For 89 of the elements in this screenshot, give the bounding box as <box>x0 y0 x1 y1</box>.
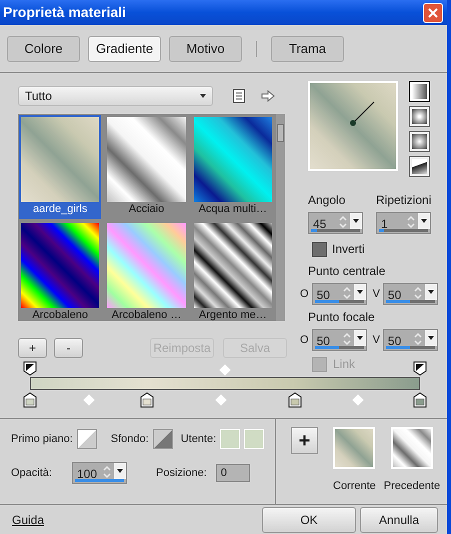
spin-field[interactable]: 50 <box>382 283 438 305</box>
color-stop-marker[interactable] <box>140 392 154 408</box>
color-stop-marker[interactable] <box>23 392 37 408</box>
dropdown-button[interactable] <box>114 463 126 479</box>
field-label: Primo piano: <box>11 432 73 447</box>
user-color-swatch[interactable] <box>220 429 240 449</box>
linear-gradient-icon <box>412 84 427 99</box>
opacity-stop-marker[interactable] <box>23 361 37 376</box>
radial-gradient-icon <box>412 134 427 149</box>
section-label: Punto centrale <box>308 263 386 280</box>
color-stop-marker[interactable] <box>288 392 302 408</box>
field-label: Opacità: <box>11 466 53 481</box>
gradient-name: Arcobaleno … <box>110 308 182 321</box>
window-title: Proprietà materiali <box>3 3 126 22</box>
gradient-item[interactable]: Argento me… <box>192 221 274 321</box>
background-swatch[interactable] <box>152 429 173 449</box>
caret-icon <box>117 469 123 473</box>
arrow-right-icon[interactable] <box>261 90 275 102</box>
caret-icon <box>353 219 359 223</box>
add-preset-button[interactable]: + <box>291 427 318 454</box>
spin-field[interactable]: 50 <box>312 329 367 351</box>
axis-label: V <box>372 332 380 348</box>
position-field[interactable]: 0 <box>216 464 250 482</box>
gradient-name: Argento me… <box>198 308 268 321</box>
field-label: Utente: <box>180 432 216 447</box>
color-stop-marker[interactable] <box>413 392 427 408</box>
dropdown-button[interactable] <box>424 284 437 300</box>
dropdown-button[interactable] <box>418 213 430 229</box>
checkbox-label: Inverti <box>332 241 365 258</box>
opacity-stop-marker[interactable] <box>413 361 427 376</box>
gradient-item[interactable]: Acciaio <box>105 115 188 219</box>
axis-label: V <box>372 286 380 302</box>
field-label: Angolo <box>308 192 346 209</box>
checkbox-label: Link <box>333 356 356 373</box>
caret-icon <box>356 336 363 340</box>
close-icon <box>428 8 438 18</box>
foreground-swatch[interactable] <box>76 429 97 449</box>
help-link[interactable]: Guida <box>12 510 44 528</box>
field-label: Posizione: <box>156 466 207 481</box>
caret-icon <box>428 290 434 294</box>
axis-label: O <box>300 332 309 348</box>
spin-field[interactable]: 1 <box>376 212 431 234</box>
gradient-item[interactable]: Acqua multi… <box>192 115 274 219</box>
spin-field[interactable]: 50 <box>382 329 438 351</box>
gradient-style-button[interactable] <box>409 156 430 177</box>
angle-handle-icon[interactable] <box>348 100 376 128</box>
button[interactable]: + <box>18 338 47 358</box>
dropdown-button[interactable] <box>350 213 362 229</box>
gradient-name: aarde_girls <box>32 202 88 217</box>
gradient-name: Acciaio <box>128 202 166 217</box>
tab[interactable]: Trama <box>271 36 344 62</box>
list-view-icon[interactable] <box>233 89 245 103</box>
tab[interactable]: Motivo <box>169 36 242 62</box>
field-label: Ripetizioni <box>376 192 432 209</box>
gradient-style-button[interactable] <box>409 81 430 102</box>
spin-field[interactable]: 45 <box>308 212 363 234</box>
dropdown-button[interactable] <box>424 330 437 346</box>
close-button[interactable] <box>423 2 443 22</box>
dropdown-button[interactable] <box>354 284 366 300</box>
spin-field[interactable]: 50 <box>312 283 367 305</box>
caret-icon <box>356 290 363 294</box>
caret-icon <box>200 94 206 98</box>
axis-label: O <box>300 286 309 302</box>
button[interactable]: - <box>54 338 83 358</box>
corner-gradient-icon <box>412 159 427 174</box>
gradient-swatch[interactable] <box>333 427 376 469</box>
caret-icon <box>421 219 427 223</box>
rectangular-gradient-icon <box>412 109 427 124</box>
category-dropdown[interactable]: Tutto <box>18 86 213 106</box>
gradient-name: Acqua multi… <box>198 202 268 217</box>
swatch-label: Corrente <box>333 479 376 494</box>
swatch-label: Precedente <box>384 479 440 494</box>
gradient-item[interactable]: aarde_girls <box>19 115 102 219</box>
scrollbar[interactable] <box>276 114 285 321</box>
user-color-swatch[interactable] <box>244 429 264 449</box>
dropdown-button[interactable] <box>354 330 366 346</box>
gradient-item[interactable]: Arcobaleno … <box>105 221 188 321</box>
spin-field[interactable]: 100 <box>72 462 127 484</box>
ok-button[interactable]: OK <box>262 506 356 532</box>
gradient-name: Arcobaleno <box>31 308 89 321</box>
cancel-button[interactable]: Annulla <box>360 506 438 532</box>
checkbox[interactable] <box>312 242 327 256</box>
tab[interactable]: Colore <box>7 36 80 62</box>
field-label: Sfondo: <box>110 432 149 447</box>
section-label: Punto focale <box>308 309 376 326</box>
gradient-item[interactable]: Arcobaleno <box>19 221 102 321</box>
gradient-swatch[interactable] <box>390 427 433 469</box>
tab[interactable]: Gradiente <box>88 36 161 62</box>
caret-icon <box>428 336 434 340</box>
